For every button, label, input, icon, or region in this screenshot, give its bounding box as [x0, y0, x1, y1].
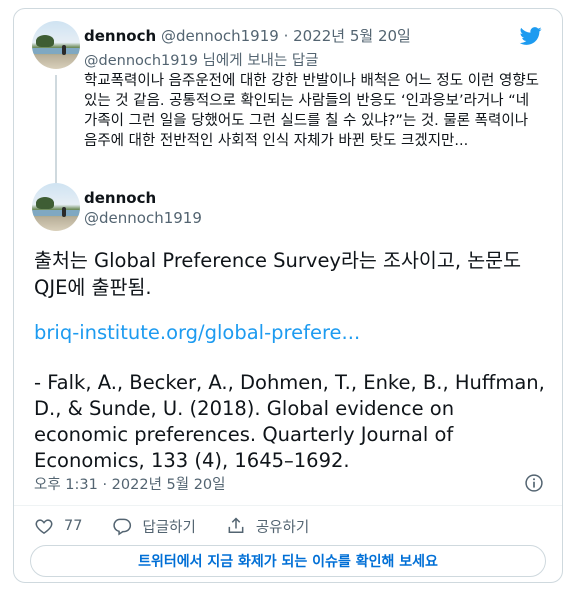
avatar[interactable] — [32, 183, 80, 231]
tweet-timestamp[interactable]: 오후 1:31 · 2022년 5월 20일 — [34, 473, 226, 494]
parent-tweet-header: dennoch @dennoch1919 · 2022년 5월 20일 — [84, 25, 411, 46]
explore-topics-button[interactable]: 트위터에서 지금 화제가 되는 이슈를 확인해 보세요 — [30, 545, 546, 577]
twitter-bird-icon[interactable] — [518, 25, 544, 47]
author-name[interactable]: dennoch — [84, 189, 156, 207]
share-button[interactable]: 공유하기 — [226, 516, 309, 537]
heart-icon — [35, 519, 53, 534]
author-name[interactable]: dennoch — [84, 27, 156, 45]
author-handle[interactable]: @dennoch1919 — [84, 209, 202, 227]
reply-mention[interactable]: @dennoch1919 — [84, 53, 198, 69]
reply-button[interactable]: 답글하기 — [112, 516, 196, 537]
divider — [14, 505, 562, 506]
like-button[interactable]: 77 — [34, 516, 82, 536]
tweet-actions: 77 답글하기 공유하기 — [34, 514, 339, 538]
tweet-embed-card: dennoch @dennoch1919 · 2022년 5월 20일 @den… — [13, 8, 563, 583]
avatar[interactable] — [32, 21, 80, 69]
like-count: 77 — [64, 518, 83, 534]
share-icon — [228, 517, 244, 533]
parent-tweet-text: 학교폭력이나 음주운전에 대한 강한 반발이나 배척은 어느 정도 이런 영향도… — [84, 73, 540, 149]
tweet-text: 출처는 Global Preference Survey라는 조사이고, 논문도… — [34, 249, 522, 299]
reply-label: 답글하기 — [142, 519, 196, 536]
share-label: 공유하기 — [255, 519, 310, 536]
reply-suffix: 님에게 보내는 답글 — [197, 53, 319, 69]
tweet-link[interactable]: briq-institute.org/global-prefere... — [34, 321, 360, 344]
info-icon[interactable] — [524, 473, 544, 493]
thread-line — [55, 75, 57, 185]
speech-bubble-icon — [113, 518, 132, 536]
reply-to-line: @dennoch1919 님에게 보내는 답글 — [84, 49, 319, 70]
author-handle-date[interactable]: @dennoch1919 · 2022년 5월 20일 — [161, 27, 411, 45]
citation-text: - Falk, A., Becker, A., Dohmen, T., Enke… — [34, 371, 545, 472]
